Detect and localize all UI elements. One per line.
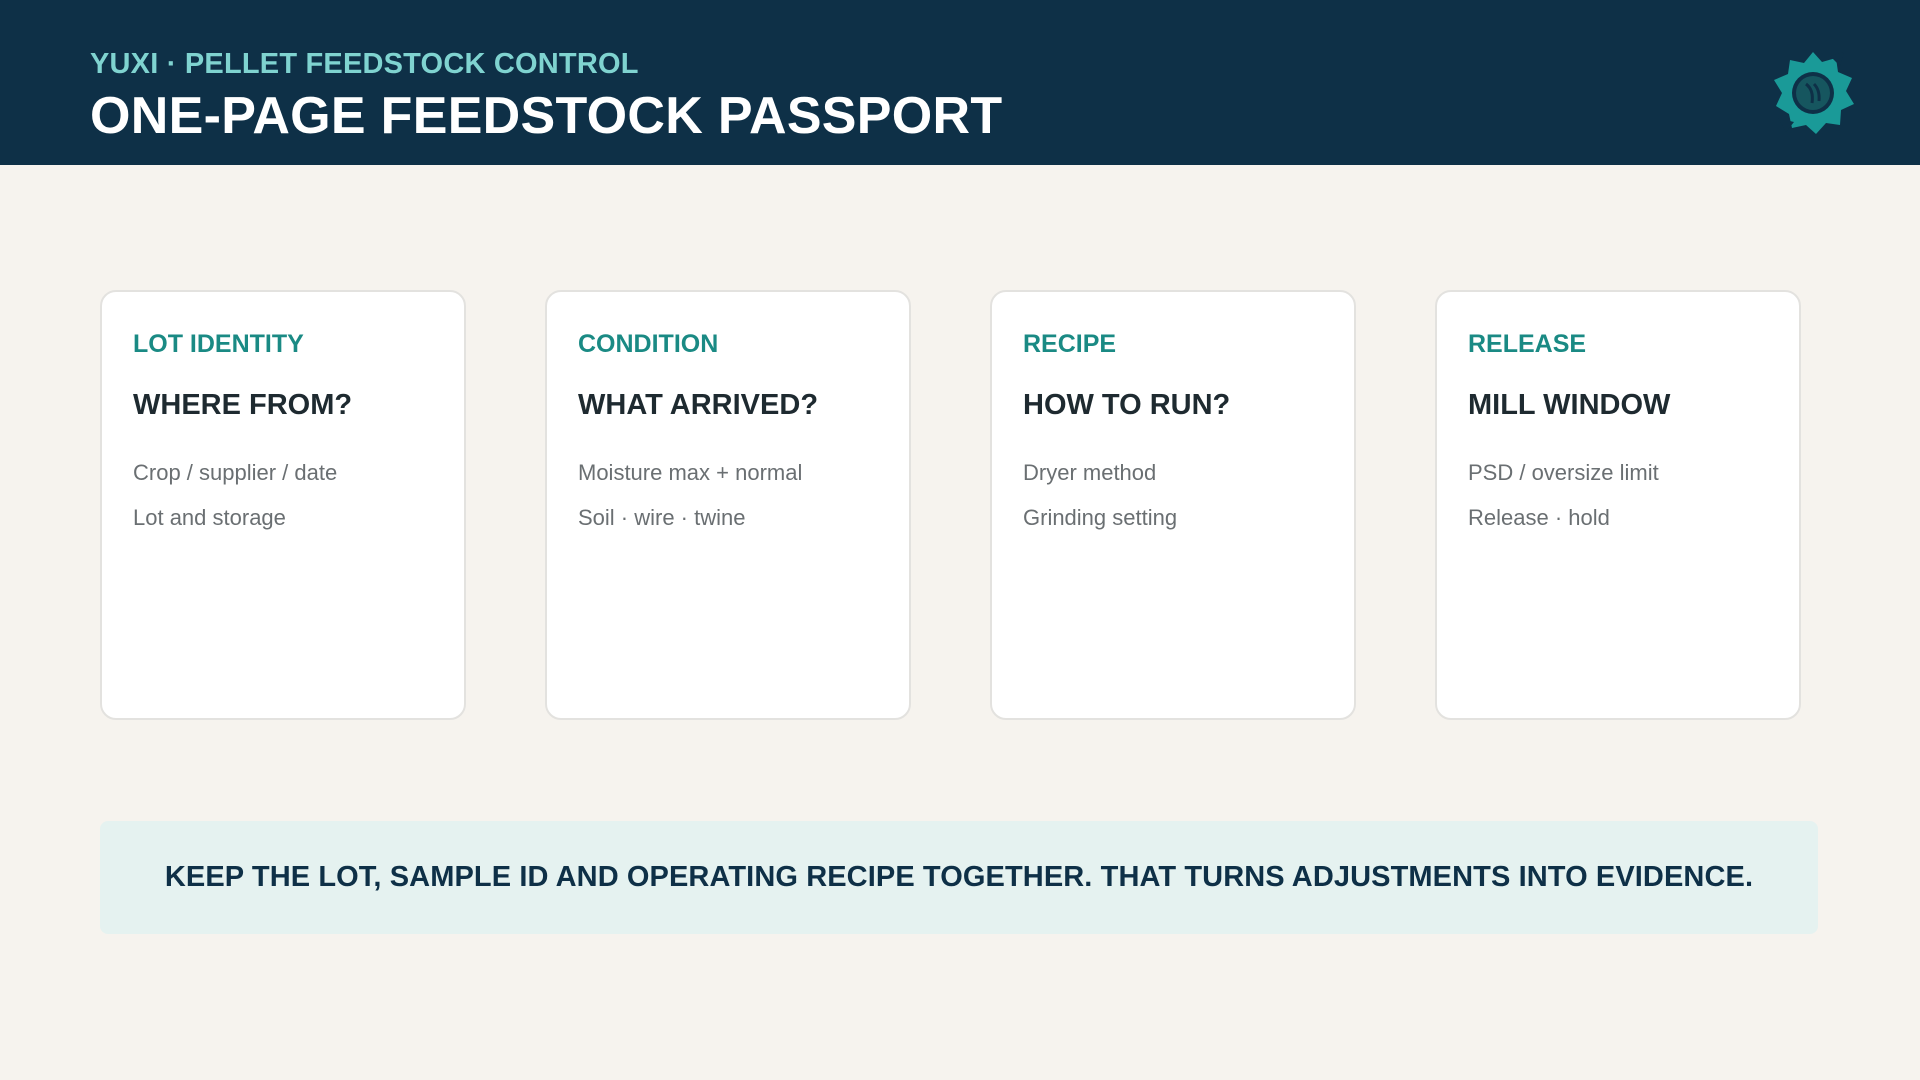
card-release: RELEASE MILL WINDOW PSD / oversize limit… bbox=[1435, 290, 1801, 720]
card-line: Crop / supplier / date bbox=[133, 460, 338, 485]
card-kicker: RELEASE bbox=[1468, 330, 1587, 358]
page-title: ONE-PAGE FEEDSTOCK PASSPORT bbox=[90, 87, 1003, 145]
card-kicker: RECIPE bbox=[1023, 330, 1117, 358]
card-title: MILL WINDOW bbox=[1468, 389, 1671, 421]
card-line: Soil · wire · twine bbox=[578, 505, 746, 530]
card-line: Release · hold bbox=[1468, 505, 1610, 530]
card-line: Moisture max + normal bbox=[578, 460, 803, 485]
card-line: Dryer method bbox=[1023, 460, 1157, 485]
summary-banner: KEEP THE LOT, SAMPLE ID AND OPERATING RE… bbox=[100, 821, 1818, 934]
card-condition: CONDITION WHAT ARRIVED? Moisture max + n… bbox=[545, 290, 911, 720]
card-title: HOW TO RUN? bbox=[1023, 389, 1231, 421]
card-kicker: LOT IDENTITY bbox=[133, 330, 304, 358]
card-lot-identity: LOT IDENTITY WHERE FROM? Crop / supplier… bbox=[100, 290, 466, 720]
card-line: PSD / oversize limit bbox=[1468, 460, 1659, 485]
header-kicker: YUXI · PELLET FEEDSTOCK CONTROL bbox=[90, 48, 639, 80]
card-kicker: CONDITION bbox=[578, 330, 719, 358]
card-recipe: RECIPE HOW TO RUN? Dryer method Grinding… bbox=[990, 290, 1356, 720]
gear-leaf-logo-icon bbox=[1774, 52, 1854, 134]
card-title: WHERE FROM? bbox=[133, 389, 353, 421]
header-bar: YUXI · PELLET FEEDSTOCK CONTROL ONE-PAGE… bbox=[0, 0, 1920, 165]
card-line: Grinding setting bbox=[1023, 505, 1178, 530]
card-title: WHAT ARRIVED? bbox=[578, 389, 819, 421]
card-line: Lot and storage bbox=[133, 505, 286, 530]
banner-text: KEEP THE LOT, SAMPLE ID AND OPERATING RE… bbox=[164, 861, 1754, 893]
